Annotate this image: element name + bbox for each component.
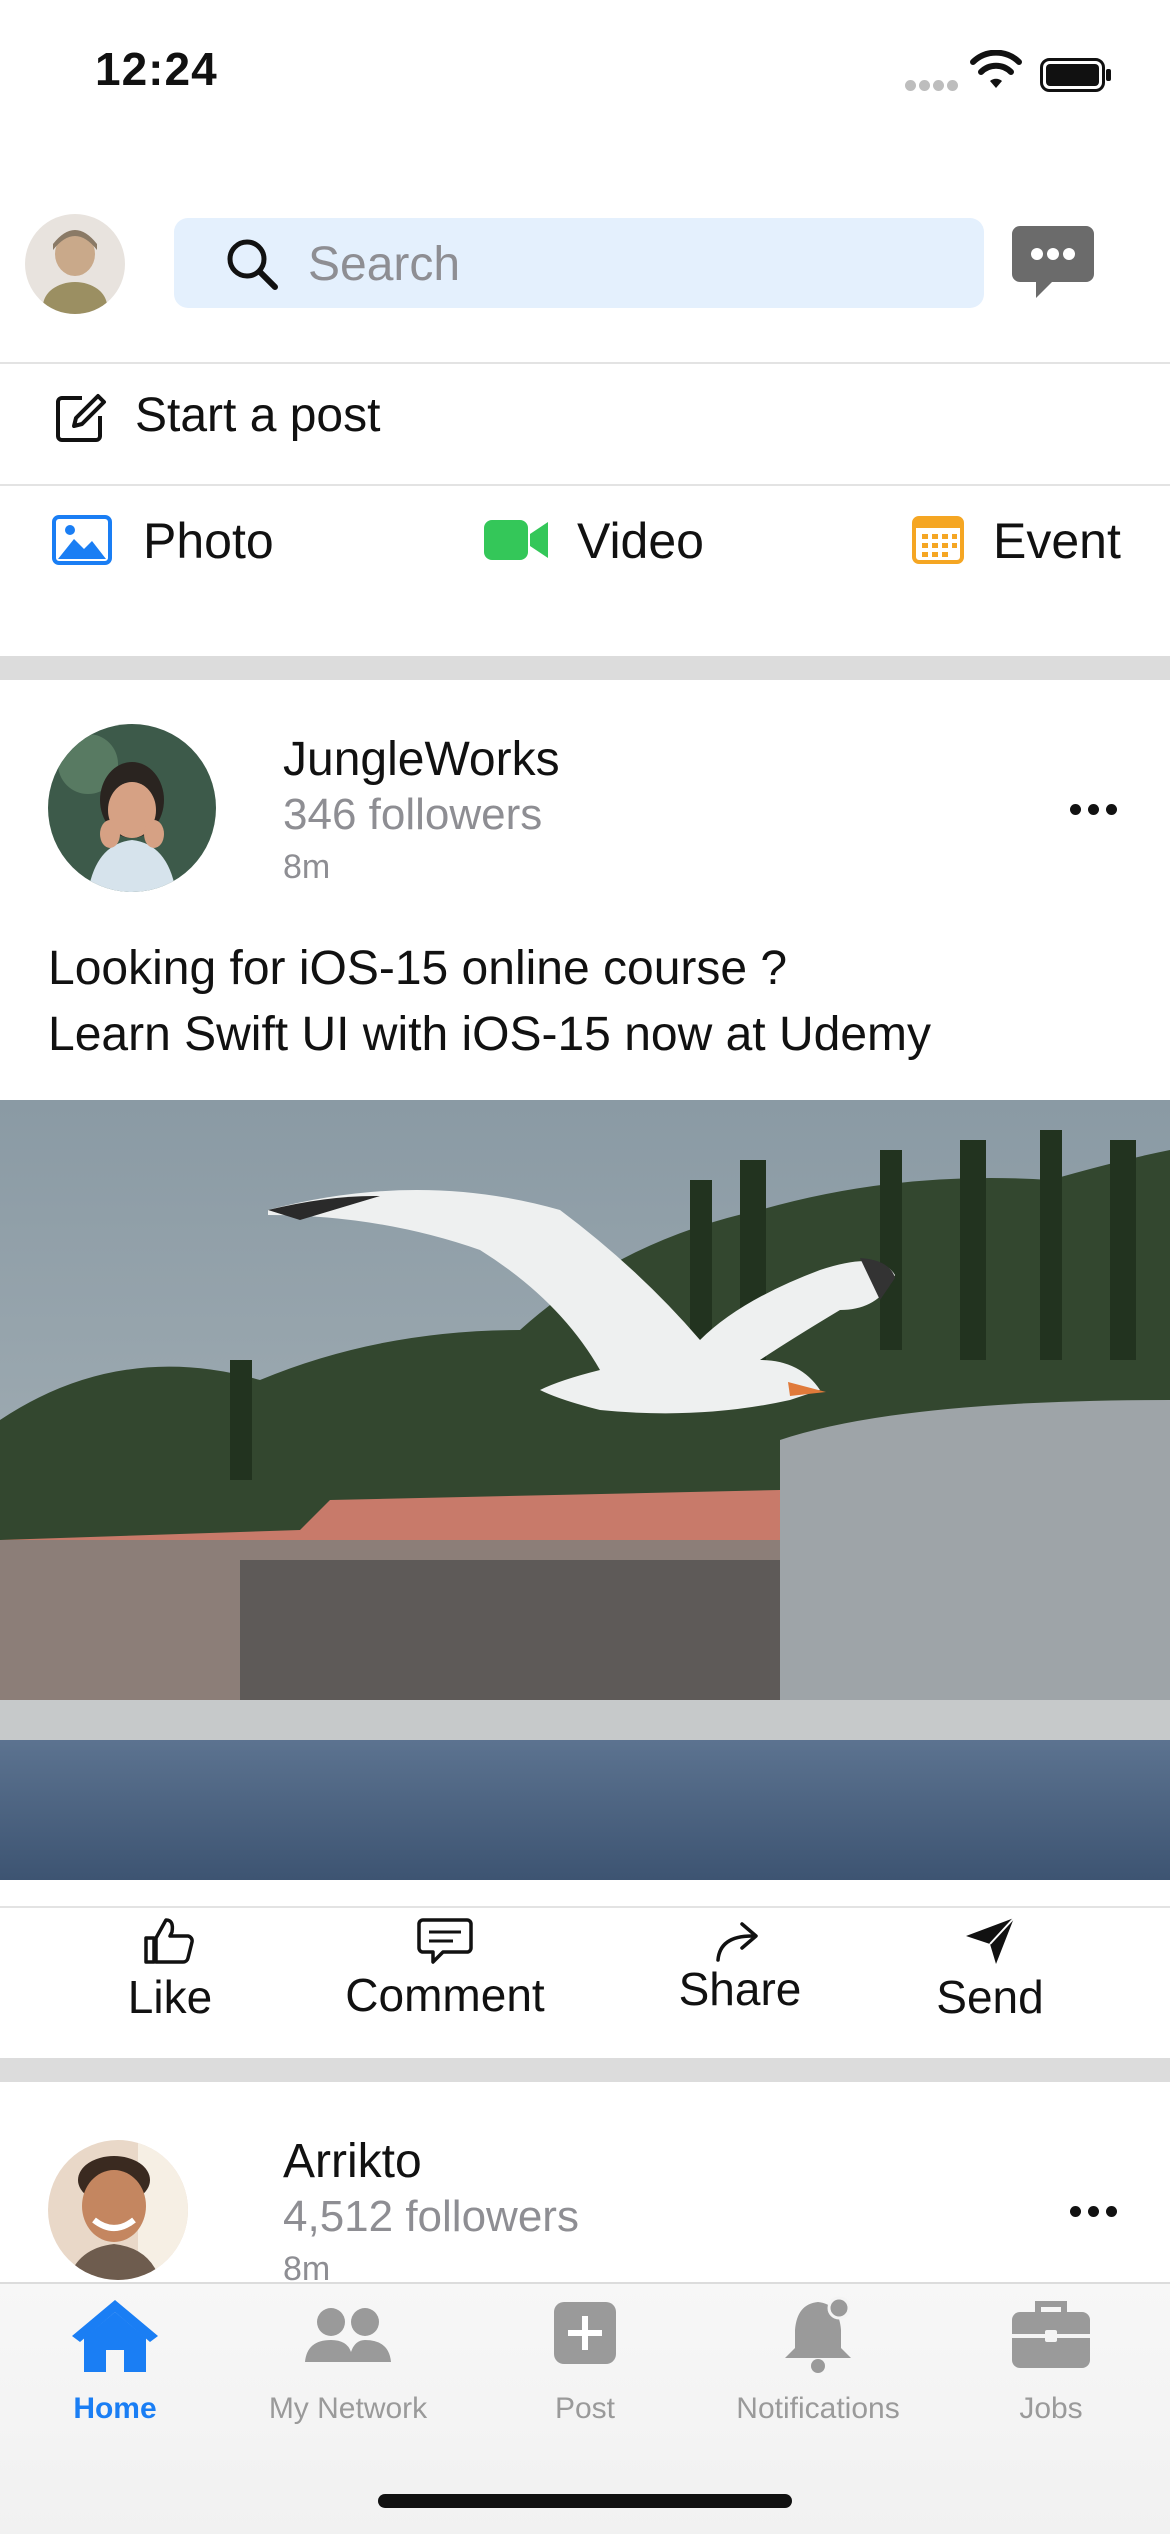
comment-icon bbox=[417, 1918, 473, 1964]
messages-icon[interactable] bbox=[1012, 224, 1094, 302]
event-button[interactable]: Event bbox=[993, 512, 1121, 570]
share-arrow-icon bbox=[716, 1922, 758, 1962]
cellular-signal-icon bbox=[905, 78, 961, 96]
photo-icon[interactable] bbox=[52, 515, 112, 565]
post-author-avatar[interactable] bbox=[48, 2140, 188, 2280]
tab-label: Notifications bbox=[736, 2392, 900, 2425]
post-author-avatar[interactable] bbox=[48, 724, 216, 892]
post-author-followers: 4,512 followers bbox=[283, 2192, 579, 2241]
search-input[interactable] bbox=[174, 218, 984, 308]
like-label: Like bbox=[127, 1971, 213, 2023]
post-author-followers: 346 followers bbox=[283, 790, 543, 839]
section-separator bbox=[0, 656, 1170, 680]
thumbs-up-icon bbox=[144, 1918, 194, 1964]
post-author-name[interactable]: JungleWorks bbox=[283, 732, 560, 787]
tab-label: My Network bbox=[268, 2392, 428, 2425]
comment-label: Comment bbox=[345, 1969, 545, 2021]
profile-avatar[interactable] bbox=[25, 214, 125, 314]
like-button[interactable]: Like bbox=[90, 1912, 250, 2023]
post-text-line: Looking for iOS-15 online course ? bbox=[48, 942, 788, 995]
wifi-icon bbox=[970, 50, 1022, 88]
compose-icon[interactable] bbox=[52, 390, 108, 446]
tab-my-network[interactable]: My Network bbox=[238, 2292, 458, 2442]
share-button[interactable]: Share bbox=[660, 1912, 820, 2022]
bell-icon bbox=[785, 2296, 851, 2373]
calendar-icon[interactable] bbox=[912, 514, 964, 564]
more-options-icon[interactable] bbox=[1070, 802, 1124, 820]
tab-label: Jobs bbox=[1019, 2392, 1083, 2425]
tab-home[interactable]: Home bbox=[5, 2292, 225, 2442]
divider bbox=[0, 1906, 1170, 1908]
video-camera-icon[interactable] bbox=[484, 518, 548, 562]
search-placeholder: Search bbox=[308, 238, 461, 291]
section-separator bbox=[0, 2058, 1170, 2082]
tab-jobs[interactable]: Jobs bbox=[941, 2292, 1161, 2442]
send-icon bbox=[966, 1917, 1015, 1964]
home-icon bbox=[72, 2300, 158, 2372]
tab-label: Post bbox=[554, 2392, 616, 2425]
post-text-line: Learn Swift UI with iOS-15 now at Udemy bbox=[48, 1008, 932, 1061]
share-label: Share bbox=[678, 1963, 802, 2015]
send-label: Send bbox=[936, 1971, 1044, 2023]
divider bbox=[0, 484, 1170, 486]
search-icon bbox=[227, 239, 278, 290]
post-author-name[interactable]: Arrikto bbox=[283, 2134, 422, 2189]
start-post-button[interactable]: Start a post bbox=[135, 388, 380, 443]
post-image[interactable] bbox=[0, 1100, 1170, 1880]
status-time: 12:24 bbox=[95, 43, 218, 95]
divider bbox=[0, 362, 1170, 364]
network-icon bbox=[305, 2308, 391, 2362]
briefcase-icon bbox=[1012, 2301, 1090, 2368]
plus-square-icon bbox=[554, 2302, 616, 2364]
comment-button[interactable]: Comment bbox=[330, 1912, 560, 2022]
post-timestamp: 8m bbox=[283, 848, 331, 886]
more-options-icon[interactable] bbox=[1070, 2204, 1124, 2222]
photo-button[interactable]: Photo bbox=[143, 512, 274, 570]
tab-notifications[interactable]: Notifications bbox=[708, 2292, 928, 2442]
post-body: Looking for iOS-15 online course ? Learn… bbox=[48, 936, 931, 1068]
tab-label: Home bbox=[73, 2392, 157, 2425]
video-button[interactable]: Video bbox=[577, 512, 704, 570]
battery-icon bbox=[1040, 58, 1111, 92]
tab-post[interactable]: Post bbox=[475, 2292, 695, 2442]
home-indicator bbox=[378, 2494, 792, 2508]
send-button[interactable]: Send bbox=[910, 1912, 1070, 2023]
